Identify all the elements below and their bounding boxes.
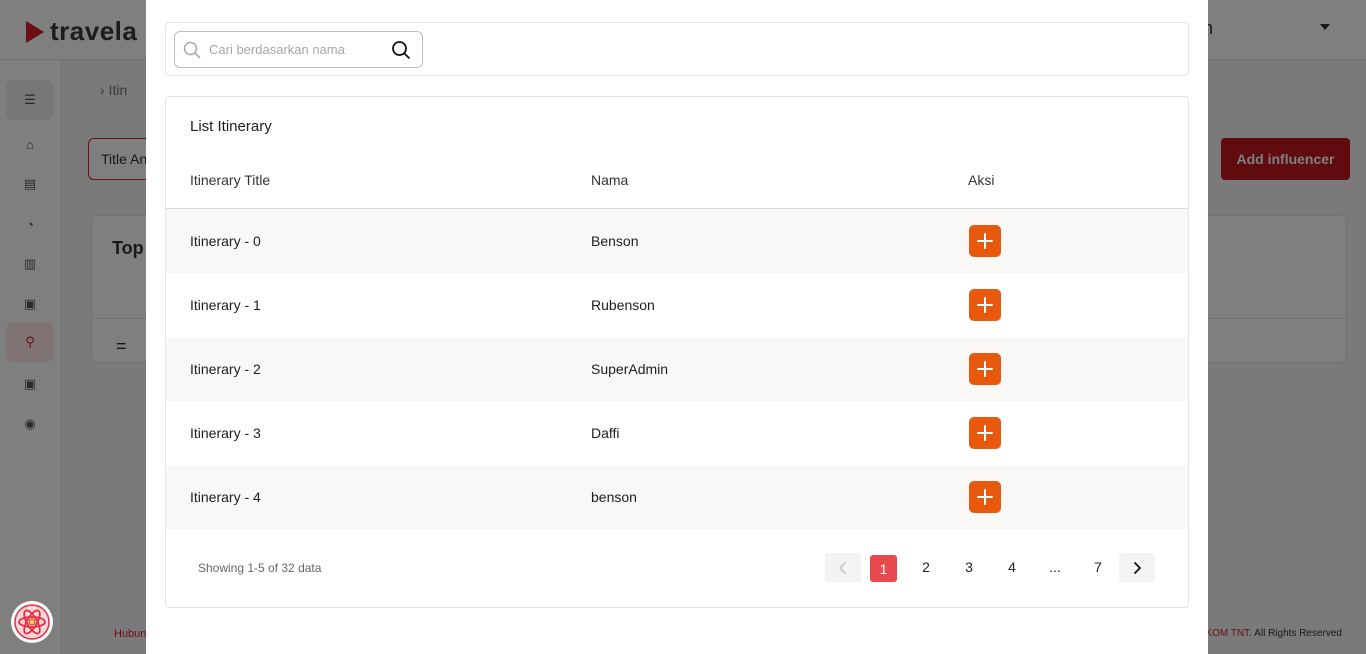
column-header-title: Itinerary Title [190, 172, 271, 188]
name-cell: Rubenson [591, 297, 655, 313]
itinerary-title-cell: Itinerary - 4 [190, 489, 261, 505]
plus-icon [977, 489, 993, 505]
itinerary-list-card: List Itinerary Itinerary Title Nama Aksi… [165, 96, 1189, 608]
previous-page-button[interactable] [825, 553, 861, 582]
add-itinerary-button[interactable] [969, 481, 1001, 513]
react-devtools-icon[interactable] [11, 601, 53, 643]
name-cell: Daffi [591, 425, 620, 441]
search-submit-icon[interactable] [391, 40, 411, 60]
page-button[interactable]: 7 [1084, 553, 1112, 581]
add-itinerary-button[interactable] [969, 225, 1001, 257]
plus-icon [977, 361, 993, 377]
search-card [165, 22, 1189, 76]
page-button-current[interactable]: 1 [870, 555, 897, 582]
name-cell: Benson [591, 233, 639, 249]
table-row: Itinerary - 4 benson [166, 465, 1188, 529]
plus-icon [977, 297, 993, 313]
add-itinerary-button[interactable] [969, 289, 1001, 321]
search-input[interactable] [209, 42, 387, 57]
table-row: Itinerary - 0 Benson [166, 209, 1188, 273]
add-itinerary-button[interactable] [969, 417, 1001, 449]
page-button[interactable]: 4 [998, 553, 1026, 581]
plus-icon [977, 233, 993, 249]
search-box[interactable] [174, 31, 423, 68]
table-row: Itinerary - 1 Rubenson [166, 273, 1188, 337]
list-title: List Itinerary [190, 118, 272, 135]
name-cell: benson [591, 489, 637, 505]
chevron-left-icon [839, 561, 846, 574]
plus-icon [977, 425, 993, 441]
itinerary-title-cell: Itinerary - 1 [190, 297, 261, 313]
page-button[interactable]: 3 [955, 553, 983, 581]
table-row: Itinerary - 3 Daffi [166, 401, 1188, 465]
chevron-right-icon [1134, 561, 1141, 574]
next-page-button[interactable] [1119, 553, 1155, 582]
add-itinerary-button[interactable] [969, 353, 1001, 385]
pagination-summary: Showing 1-5 of 32 data [198, 561, 322, 575]
page-ellipsis: ... [1049, 559, 1061, 575]
column-header-action: Aksi [968, 172, 995, 188]
itinerary-title-cell: Itinerary - 3 [190, 425, 261, 441]
column-header-name: Nama [591, 172, 629, 188]
itinerary-title-cell: Itinerary - 2 [190, 361, 261, 377]
page-button[interactable]: 2 [912, 553, 940, 581]
atom-icon [14, 604, 50, 640]
itinerary-title-cell: Itinerary - 0 [190, 233, 261, 249]
table-row: Itinerary - 2 SuperAdmin [166, 337, 1188, 401]
search-icon [183, 41, 201, 58]
name-cell: SuperAdmin [591, 361, 669, 377]
itinerary-modal: List Itinerary Itinerary Title Nama Aksi… [146, 0, 1208, 654]
